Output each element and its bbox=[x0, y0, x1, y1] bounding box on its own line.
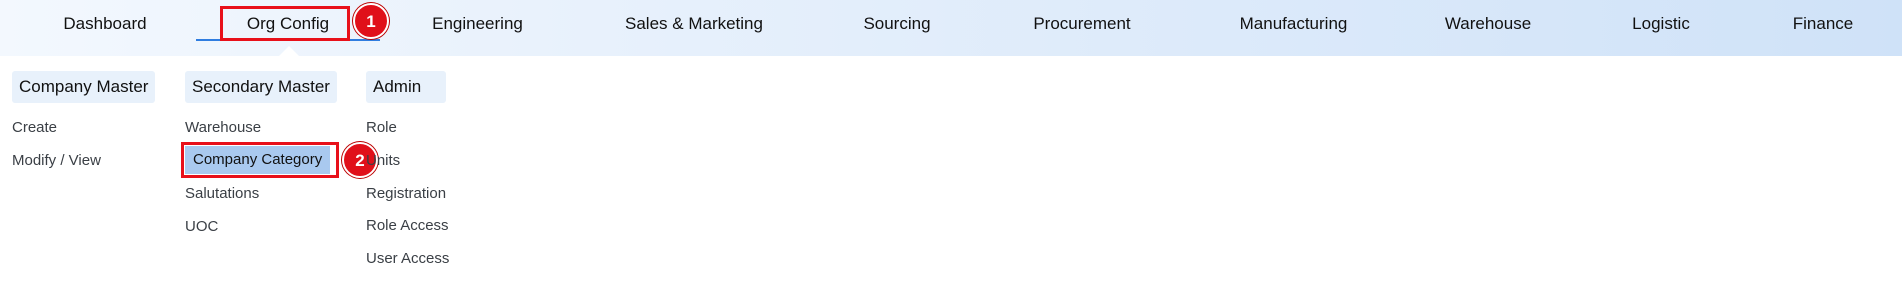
menu-user-access[interactable]: User Access bbox=[366, 248, 449, 270]
menu-warehouse[interactable]: Warehouse bbox=[185, 117, 261, 139]
nav-logistic[interactable]: Logistic bbox=[1621, 0, 1701, 48]
step-2-highlight-box bbox=[181, 142, 339, 178]
menu-salutations[interactable]: Salutations bbox=[185, 183, 259, 205]
group-admin: Admin bbox=[366, 71, 446, 103]
menu-uoc[interactable]: UOC bbox=[185, 216, 218, 238]
menu-role-access[interactable]: Role Access bbox=[366, 215, 449, 237]
menu-create[interactable]: Create bbox=[12, 117, 57, 139]
dropdown-caret bbox=[279, 46, 299, 56]
group-secondary-master: Secondary Master bbox=[185, 71, 337, 103]
step-1-highlight-box bbox=[220, 6, 350, 41]
nav-dashboard[interactable]: Dashboard bbox=[62, 0, 148, 48]
nav-warehouse[interactable]: Warehouse bbox=[1440, 0, 1536, 48]
menu-registration[interactable]: Registration bbox=[366, 183, 446, 205]
nav-sales-marketing[interactable]: Sales & Marketing bbox=[616, 0, 772, 48]
nav-procurement[interactable]: Procurement bbox=[1028, 0, 1136, 48]
menu-units[interactable]: Units bbox=[366, 150, 400, 172]
nav-finance[interactable]: Finance bbox=[1788, 0, 1858, 48]
nav-manufacturing[interactable]: Manufacturing bbox=[1227, 0, 1360, 48]
step-1-badge: 1 bbox=[353, 3, 389, 39]
menu-role[interactable]: Role bbox=[366, 117, 397, 139]
nav-engineering[interactable]: Engineering bbox=[420, 0, 535, 48]
menu-modify-view[interactable]: Modify / View bbox=[12, 150, 101, 172]
group-company-master: Company Master bbox=[12, 71, 156, 103]
nav-sourcing[interactable]: Sourcing bbox=[857, 0, 937, 48]
